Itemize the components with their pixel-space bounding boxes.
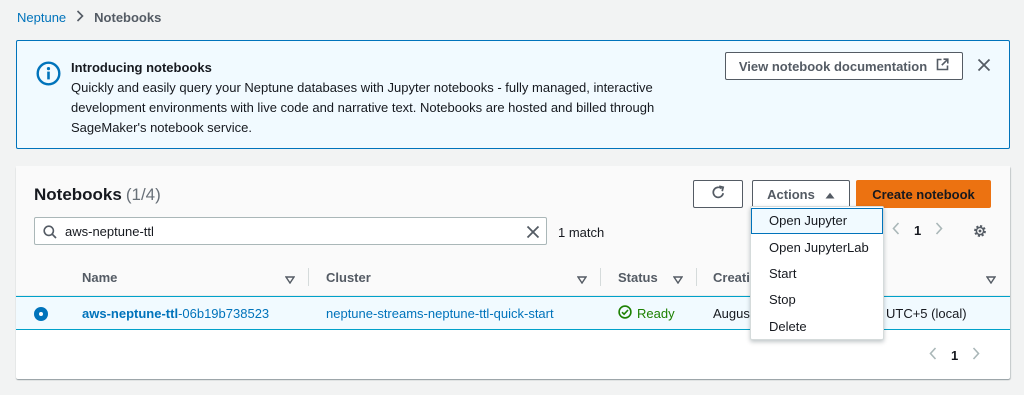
banner-title: Introducing notebooks — [71, 60, 212, 75]
menu-item-start[interactable]: Start — [751, 261, 883, 287]
info-icon — [36, 61, 61, 86]
sort-caret-icon[interactable] — [672, 272, 684, 287]
search-icon — [43, 225, 57, 242]
banner-text: Quickly and easily query your Neptune da… — [71, 80, 655, 135]
close-icon[interactable] — [975, 56, 993, 74]
creation-time-end: UTC+5 (local) — [886, 306, 967, 321]
pagination-bottom: 1 — [929, 347, 980, 363]
column-divider — [600, 268, 601, 286]
column-header-cluster[interactable]: Cluster — [326, 270, 371, 285]
sort-caret-icon[interactable] — [576, 272, 588, 287]
column-header-status[interactable]: Status — [618, 270, 658, 285]
notebook-name-prefix: aws-neptune-ttl — [82, 306, 179, 321]
sort-caret-icon[interactable] — [985, 272, 997, 287]
row-select-radio[interactable] — [34, 307, 48, 321]
status-badge: Ready — [618, 305, 675, 322]
creation-time-start: August — [713, 306, 754, 321]
menu-item-delete[interactable]: Delete — [751, 314, 883, 340]
previous-page-icon[interactable] — [929, 347, 937, 363]
view-documentation-button[interactable]: View notebook documentation — [725, 52, 963, 80]
create-notebook-button[interactable]: Create notebook — [856, 180, 991, 208]
breadcrumb-neptune-link[interactable]: Neptune — [17, 10, 66, 25]
refresh-button[interactable] — [693, 180, 743, 208]
panel-title: Notebooks (1/4) — [34, 185, 161, 205]
notebook-name-suffix: -06b19b738523 — [178, 306, 270, 321]
search-value: aws-neptune-ttl — [65, 224, 154, 239]
info-banner: Introducing notebooks Quickly and easily… — [16, 40, 1010, 149]
notebook-name-link[interactable]: aws-neptune-ttl-06b19b738523 — [82, 306, 269, 321]
settings-gear-icon[interactable] — [972, 223, 988, 242]
menu-item-stop[interactable]: Stop — [751, 287, 883, 313]
menu-item-open-jupyterlab[interactable]: Open JupyterLab — [751, 235, 883, 261]
breadcrumb: Neptune Notebooks — [17, 10, 161, 25]
sort-caret-icon[interactable] — [284, 272, 296, 287]
cluster-link[interactable]: neptune-streams-neptune-ttl-quick-start — [326, 306, 554, 321]
search-input[interactable]: aws-neptune-ttl — [34, 217, 547, 245]
external-link-icon — [936, 58, 949, 74]
check-circle-icon — [618, 305, 632, 322]
panel-title-text: Notebooks — [34, 185, 122, 204]
actions-dropdown-menu: Open Jupyter Open JupyterLab Start Stop … — [750, 206, 884, 340]
clear-search-icon[interactable] — [526, 225, 540, 242]
breadcrumb-current: Notebooks — [94, 10, 162, 25]
notebook-count: (1/4) — [125, 185, 161, 204]
chevron-right-icon — [76, 10, 84, 25]
caret-up-icon — [825, 187, 835, 202]
column-header-name[interactable]: Name — [82, 270, 117, 285]
previous-page-icon[interactable] — [892, 222, 900, 238]
actions-label: Actions — [767, 186, 815, 202]
column-divider — [308, 268, 309, 286]
status-text: Ready — [637, 306, 675, 321]
menu-item-open-jupyter[interactable]: Open Jupyter — [751, 208, 883, 234]
next-page-icon[interactable] — [972, 347, 980, 363]
page-number[interactable]: 1 — [914, 223, 921, 238]
actions-button[interactable]: Actions — [752, 180, 850, 208]
pagination-top: 1 — [892, 222, 943, 238]
refresh-icon — [711, 185, 726, 203]
view-documentation-label: View notebook documentation — [738, 58, 928, 74]
match-count: 1 match — [558, 225, 605, 240]
page-number[interactable]: 1 — [951, 348, 958, 363]
next-page-icon[interactable] — [935, 222, 943, 238]
column-divider — [696, 268, 697, 286]
